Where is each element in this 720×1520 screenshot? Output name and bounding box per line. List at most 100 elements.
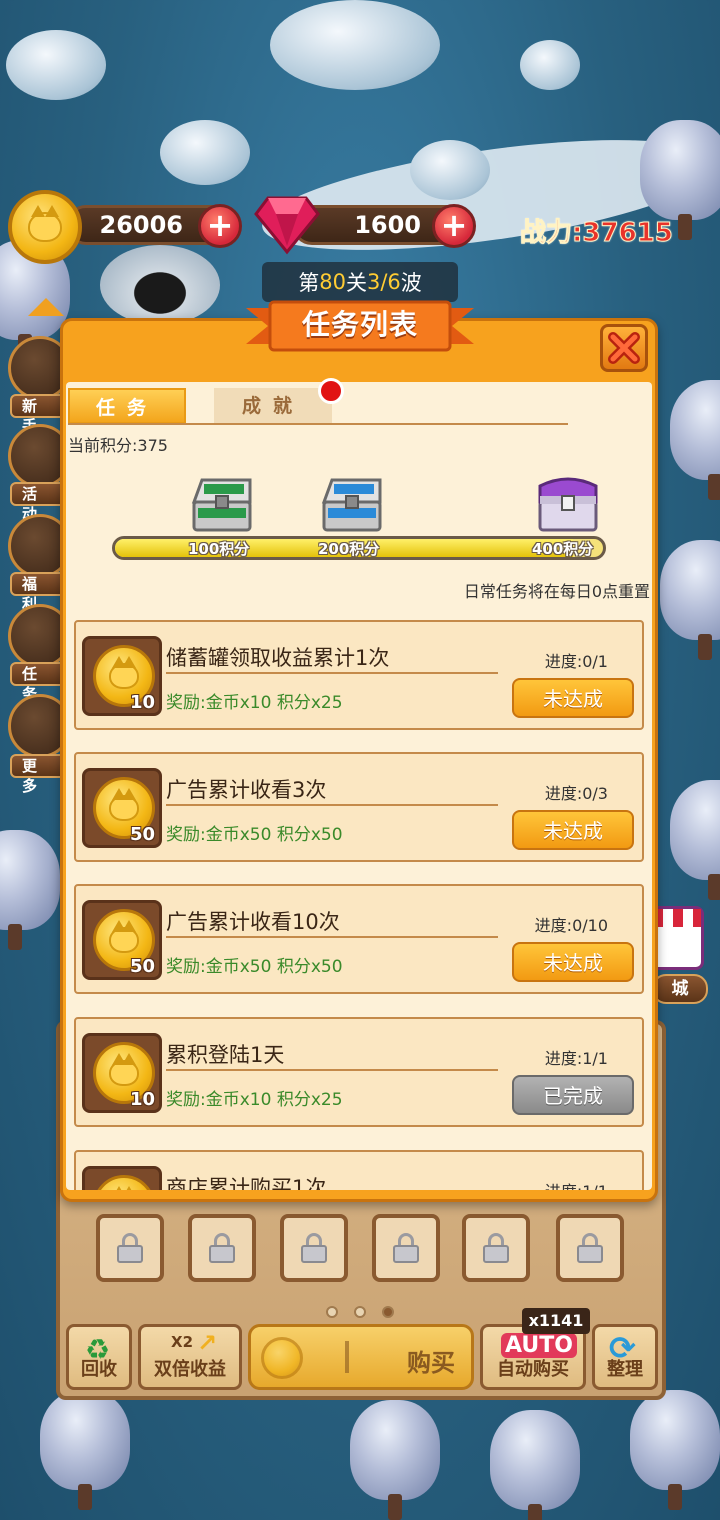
wave-suffix: 波 — [400, 271, 422, 295]
locked-slot[interactable] — [96, 1214, 164, 1282]
task-progress: 进度:1/1 — [545, 1178, 608, 1190]
reward-qty: 50 — [129, 824, 155, 845]
current-points: 当前积分:375 — [68, 436, 168, 455]
task-name: 储蓄罐领取收益累计1次 — [166, 646, 390, 670]
task-name: 累积登陆1天 — [166, 1043, 285, 1067]
milestone-label-400: 400积分 — [532, 540, 594, 558]
task-row: 50 广告累计收看10次 奖励:金币x50 积分x50 进度:0/10 未达成 — [74, 884, 644, 994]
double-income-label: 双倍收益 — [154, 1359, 226, 1380]
snowy-tree — [40, 1390, 130, 1510]
level-mid: 关 — [345, 271, 367, 295]
task-divider — [166, 1069, 498, 1071]
reward-icon-frame — [82, 1166, 162, 1190]
page-dot-active[interactable] — [382, 1306, 394, 1318]
reward-icon-frame: 50 — [82, 900, 162, 980]
double-income-button[interactable]: X2 ↗ 双倍收益 — [138, 1324, 242, 1390]
chest-blue-icon[interactable] — [318, 474, 386, 534]
snowy-tree — [0, 830, 60, 950]
buy-coin-icon — [261, 1337, 303, 1379]
ice-crystal-rock — [6, 30, 106, 100]
task-name: 商店累计购买1次 — [166, 1176, 327, 1190]
notification-dot — [318, 378, 344, 404]
task-divider — [166, 804, 498, 806]
shop-label: 城 — [652, 974, 708, 1004]
shop-icon — [650, 906, 704, 970]
arrow-up-icon: ↗ — [197, 1329, 218, 1357]
page-dot[interactable] — [326, 1306, 338, 1318]
reward-qty: 10 — [129, 692, 155, 713]
chest-green-icon[interactable] — [188, 474, 256, 534]
combat-power: 战力:37615 — [519, 212, 673, 249]
level-number: 80 — [319, 270, 346, 294]
shop-button[interactable]: 城 — [650, 900, 712, 1008]
chest-purple-icon[interactable] — [534, 474, 602, 534]
snow-rock — [160, 120, 250, 185]
auto-buy-label: 自动购买 — [497, 1359, 569, 1380]
locked-slot[interactable] — [462, 1214, 530, 1282]
coin-icon — [8, 190, 82, 264]
lock-icon — [483, 1233, 509, 1263]
add-coins-button[interactable]: + — [198, 204, 242, 248]
buy-label: 购买 — [407, 1349, 455, 1377]
add-gems-button[interactable]: + — [432, 204, 476, 248]
close-button[interactable] — [600, 324, 648, 372]
lock-icon — [117, 1233, 143, 1263]
snowy-tree — [670, 380, 720, 500]
reward-qty: 50 — [129, 956, 155, 977]
power-value: 37615 — [582, 218, 673, 249]
task-status-button[interactable]: 已完成 — [512, 1075, 634, 1115]
snowy-tree — [630, 1390, 720, 1510]
coin-amount: 26006 — [99, 211, 184, 239]
recycle-button[interactable]: ♻ 回收 — [66, 1324, 132, 1390]
sort-button[interactable]: ⟳ 整理 — [592, 1324, 658, 1390]
level-wave-indicator: 第 80 关 3/6 波 — [262, 262, 458, 302]
snowy-tree — [670, 780, 720, 900]
tab-tasks[interactable]: 任务 — [68, 388, 186, 424]
snow-rock — [520, 40, 580, 90]
buy-button[interactable]: 购买 — [248, 1324, 474, 1390]
locked-slot[interactable] — [556, 1214, 624, 1282]
reward-icon-frame: 10 — [82, 636, 162, 716]
gem-icon — [254, 196, 320, 255]
lock-icon — [209, 1233, 235, 1263]
task-progress: 进度:0/10 — [534, 916, 608, 935]
buy-divider — [345, 1341, 349, 1373]
lock-icon — [393, 1233, 419, 1263]
gold-coin-icon — [93, 1175, 155, 1190]
tab-achievements[interactable]: 成就 — [214, 388, 332, 424]
task-row: 商店累计购买1次 进度:1/1 — [74, 1150, 644, 1190]
task-divider — [166, 672, 498, 674]
wave-count: 3/6 — [366, 270, 401, 294]
snowy-tree — [490, 1410, 580, 1520]
task-divider — [166, 936, 498, 938]
locked-slot[interactable] — [280, 1214, 348, 1282]
lock-icon — [577, 1233, 603, 1263]
task-progress: 进度:0/3 — [544, 784, 608, 803]
modal-title: 任务列表 — [301, 308, 418, 341]
task-reward: 奖励:金币x10 积分x25 — [166, 1090, 343, 1110]
task-status-button[interactable]: 未达成 — [512, 810, 634, 850]
page-dot[interactable] — [354, 1306, 366, 1318]
close-icon — [608, 332, 640, 364]
task-row: 10 累积登陆1天 奖励:金币x10 积分x25 进度:1/1 已完成 — [74, 1017, 644, 1127]
task-reward: 奖励:金币x50 积分x50 — [166, 825, 343, 845]
auto-buy-count-badge: x1141 — [522, 1308, 590, 1334]
task-name: 广告累计收看10次 — [166, 910, 340, 934]
milestone-label-200: 200积分 — [318, 540, 380, 558]
lock-icon — [301, 1233, 327, 1263]
double-badge: X2 — [171, 1333, 194, 1351]
snow-mound — [270, 0, 440, 90]
snowy-tree — [350, 1400, 440, 1520]
reward-icon-frame: 10 — [82, 1033, 162, 1113]
locked-slot[interactable] — [372, 1214, 440, 1282]
sort-label: 整理 — [607, 1359, 643, 1380]
task-status-button[interactable]: 未达成 — [512, 942, 634, 982]
power-label: 战力: — [519, 218, 583, 249]
collapse-menu-arrow-icon[interactable] — [28, 298, 64, 316]
level-prefix: 第 — [298, 271, 320, 295]
task-status-button[interactable]: 未达成 — [512, 678, 634, 718]
reward-icon-frame: 50 — [82, 768, 162, 848]
gem-amount: 1600 — [354, 211, 421, 239]
snow-rock — [410, 140, 490, 200]
locked-slot[interactable] — [188, 1214, 256, 1282]
